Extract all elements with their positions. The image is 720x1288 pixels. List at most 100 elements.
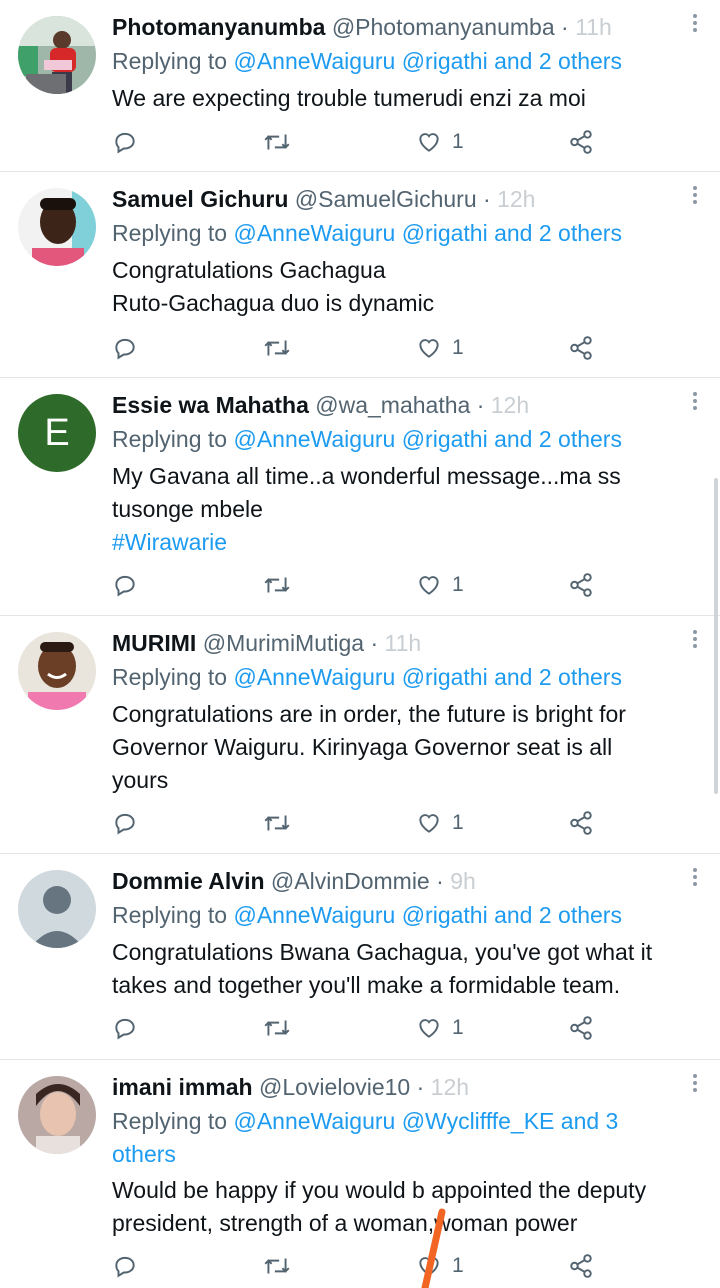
more-options-icon[interactable] bbox=[692, 630, 698, 651]
tweet-header: Essie wa Mahatha @wa_mahatha · 12h bbox=[112, 390, 672, 420]
replying-to-others[interactable]: others bbox=[112, 1141, 176, 1167]
replying-to-mentions[interactable]: @AnneWaiguru @rigathi and 2 others bbox=[233, 220, 622, 246]
separator-dot: · bbox=[436, 868, 444, 894]
retweet-button[interactable] bbox=[262, 333, 292, 363]
timestamp[interactable]: 12h bbox=[491, 392, 529, 418]
more-options-icon[interactable] bbox=[692, 1074, 698, 1095]
timestamp[interactable]: 9h bbox=[450, 868, 476, 894]
avatar[interactable] bbox=[18, 1076, 96, 1154]
tweet-text-line: Would be happy if you would b appointed … bbox=[112, 1177, 647, 1203]
user-handle[interactable]: @SamuelGichuru bbox=[295, 186, 477, 212]
avatar[interactable]: E bbox=[18, 394, 96, 472]
tweet-header: Dommie Alvin @AlvinDommie · 9h bbox=[112, 866, 672, 896]
retweet-button[interactable] bbox=[262, 808, 292, 838]
share-button[interactable] bbox=[568, 1013, 594, 1043]
share-button[interactable] bbox=[568, 127, 594, 157]
like-button[interactable]: 1 bbox=[416, 1251, 464, 1281]
tweet[interactable]: MURIMI @MurimiMutiga · 11h Replying to @… bbox=[0, 616, 720, 854]
avatar[interactable] bbox=[18, 870, 96, 948]
replying-to: Replying to @AnneWaiguru @rigathi and 2 … bbox=[112, 217, 702, 250]
tweet-text-line: Congratulations are in order, the future… bbox=[112, 701, 626, 727]
scrollbar[interactable] bbox=[714, 478, 718, 794]
share-button[interactable] bbox=[568, 333, 594, 363]
user-handle[interactable]: @wa_mahatha bbox=[315, 392, 470, 418]
separator-dot: · bbox=[476, 392, 485, 418]
display-name[interactable]: imani immah bbox=[112, 1074, 253, 1100]
tweet-header: Samuel Gichuru @SamuelGichuru · 12h bbox=[112, 184, 672, 214]
reply-button[interactable] bbox=[112, 570, 138, 600]
replying-to-label: Replying to bbox=[112, 902, 228, 928]
display-name[interactable]: MURIMI bbox=[112, 630, 196, 656]
separator-dot: · bbox=[370, 630, 379, 656]
like-count: 1 bbox=[452, 573, 464, 596]
tweet[interactable]: imani immah @Lovielovie10 · 12h Replying… bbox=[0, 1060, 720, 1288]
share-icon bbox=[570, 336, 592, 360]
user-handle[interactable]: @AlvinDommie bbox=[271, 868, 430, 894]
more-options-icon[interactable] bbox=[692, 868, 698, 889]
replying-to-label: Replying to bbox=[112, 48, 228, 74]
replying-to: Replying to @AnneWaiguru @Wyclifffe_KE a… bbox=[112, 1105, 702, 1171]
like-count: 1 bbox=[452, 1016, 464, 1039]
retweet-button[interactable] bbox=[262, 1013, 292, 1043]
more-options-icon[interactable] bbox=[692, 392, 698, 413]
timestamp[interactable]: 12h bbox=[431, 1074, 469, 1100]
replying-to: Replying to @AnneWaiguru @rigathi and 2 … bbox=[112, 661, 702, 694]
like-button[interactable]: 1 bbox=[416, 570, 464, 600]
like-count: 1 bbox=[452, 811, 464, 834]
user-handle[interactable]: @Lovielovie10 bbox=[259, 1074, 410, 1100]
like-button[interactable]: 1 bbox=[416, 333, 464, 363]
tweet-text: Congratulations are in order, the future… bbox=[112, 698, 707, 797]
reply-button[interactable] bbox=[112, 127, 138, 157]
reply-button[interactable] bbox=[112, 333, 138, 363]
reply-button[interactable] bbox=[112, 1251, 138, 1281]
share-icon bbox=[570, 1016, 592, 1040]
like-count: 1 bbox=[452, 130, 464, 153]
replying-to-mentions[interactable]: @AnneWaiguru @Wyclifffe_KE and 3 bbox=[233, 1108, 618, 1134]
retweet-button[interactable] bbox=[262, 127, 292, 157]
replying-to-label: Replying to bbox=[112, 1108, 228, 1134]
retweet-button[interactable] bbox=[262, 570, 292, 600]
replying-to-mentions[interactable]: @AnneWaiguru @rigathi and 2 others bbox=[233, 664, 622, 690]
display-name[interactable]: Photomanyanumba bbox=[112, 14, 325, 40]
retweet-button[interactable] bbox=[262, 1251, 292, 1281]
timestamp[interactable]: 11h bbox=[385, 630, 422, 656]
replying-to-mentions[interactable]: @AnneWaiguru @rigathi and 2 others bbox=[233, 902, 622, 928]
user-handle[interactable]: @Photomanyanumba bbox=[332, 14, 555, 40]
like-button[interactable]: 1 bbox=[416, 127, 464, 157]
replying-to-mentions[interactable]: @AnneWaiguru @rigathi and 2 others bbox=[233, 48, 622, 74]
retweet-icon bbox=[264, 1258, 290, 1274]
share-button[interactable] bbox=[568, 808, 594, 838]
like-button[interactable]: 1 bbox=[416, 808, 464, 838]
hashtag-link[interactable]: #Wirawarie bbox=[112, 526, 707, 559]
reply-icon bbox=[115, 575, 135, 597]
tweet[interactable]: Dommie Alvin @AlvinDommie · 9h Replying … bbox=[0, 854, 720, 1060]
share-button[interactable] bbox=[568, 570, 594, 600]
heart-icon bbox=[419, 814, 439, 833]
avatar[interactable] bbox=[18, 16, 96, 94]
reply-button[interactable] bbox=[112, 808, 138, 838]
display-name[interactable]: Essie wa Mahatha bbox=[112, 392, 309, 418]
tweet[interactable]: Samuel Gichuru @SamuelGichuru · 12h Repl… bbox=[0, 172, 720, 378]
tweet[interactable]: Photomanyanumba @Photomanyanumba · 11h R… bbox=[0, 0, 720, 172]
separator-dot: · bbox=[483, 186, 491, 212]
tweet-text-line: We are expecting trouble tumerudi enzi z… bbox=[112, 85, 586, 111]
reply-icon bbox=[115, 132, 135, 154]
tweet[interactable]: E Essie wa Mahatha @wa_mahatha · 12h Rep… bbox=[0, 378, 720, 616]
reply-button[interactable] bbox=[112, 1013, 138, 1043]
heart-icon bbox=[419, 339, 439, 358]
replying-to-mentions[interactable]: @AnneWaiguru @rigathi and 2 others bbox=[233, 426, 622, 452]
more-options-icon[interactable] bbox=[692, 186, 698, 207]
user-handle[interactable]: @MurimiMutiga bbox=[203, 630, 364, 656]
separator-dot: · bbox=[561, 14, 569, 40]
timestamp[interactable]: 11h bbox=[575, 14, 612, 40]
avatar[interactable] bbox=[18, 188, 96, 266]
share-icon bbox=[570, 1254, 592, 1278]
share-button[interactable] bbox=[568, 1251, 594, 1281]
like-button[interactable]: 1 bbox=[416, 1013, 464, 1043]
display-name[interactable]: Dommie Alvin bbox=[112, 868, 265, 894]
display-name[interactable]: Samuel Gichuru bbox=[112, 186, 288, 212]
more-options-icon[interactable] bbox=[692, 14, 698, 35]
timestamp[interactable]: 12h bbox=[497, 186, 535, 212]
replying-to: Replying to @AnneWaiguru @rigathi and 2 … bbox=[112, 423, 702, 456]
avatar[interactable] bbox=[18, 632, 96, 710]
